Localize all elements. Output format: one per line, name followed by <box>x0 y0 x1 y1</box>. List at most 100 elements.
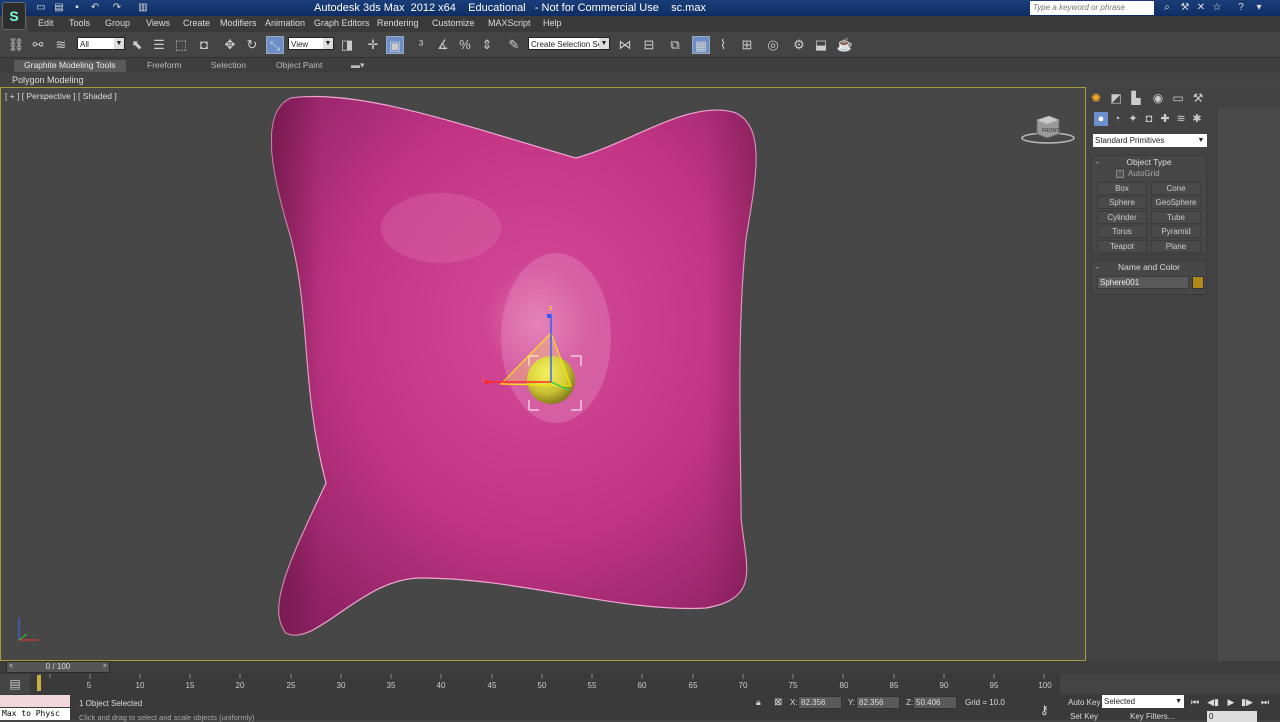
perspective-viewport[interactable]: [ + ] [ Perspective ] [ Shaded ] z x FRO… <box>0 87 1086 661</box>
helpers-icon[interactable]: ✚ <box>1158 112 1172 126</box>
time-slider-track[interactable] <box>0 661 1280 674</box>
select-scale-icon[interactable]: ⤡ <box>266 36 284 54</box>
select-object-icon[interactable]: ⬉ <box>128 36 146 54</box>
next-frame-icon[interactable]: > <box>103 662 107 672</box>
auto-key-button[interactable]: Auto Key <box>1068 698 1100 707</box>
tab-freeform[interactable]: Freeform <box>147 60 181 72</box>
tab-graphite-modeling-tools[interactable]: Graphite Modeling Tools <box>14 60 126 72</box>
window-crossing-icon[interactable]: ◘ <box>195 36 213 54</box>
select-by-name-icon[interactable]: ☰ <box>150 36 168 54</box>
search-input[interactable] <box>1030 1 1154 15</box>
shapes-icon[interactable]: ◔ <box>1110 112 1124 126</box>
search-icon[interactable]: ⌕ <box>1160 1 1174 15</box>
percent-snap-icon[interactable]: % <box>456 36 474 54</box>
tab-object-paint[interactable]: Object Paint <box>276 60 322 72</box>
expand-icon[interactable]: ▾ <box>1252 1 1266 15</box>
autogrid-checkbox[interactable]: AutoGrid <box>1116 169 1160 178</box>
ribbon-options-icon[interactable]: ▬▾ <box>351 60 365 72</box>
absolute-mode-icon[interactable]: ⊠ <box>774 697 782 708</box>
previous-frame-icon[interactable]: ◀▮ <box>1206 696 1220 709</box>
named-selection-dropdown[interactable]: Create Selection Se ▼ <box>528 37 610 50</box>
category-dropdown[interactable]: Standard Primitives ▼ <box>1093 134 1207 147</box>
schematic-view-icon[interactable]: ⊞ <box>738 36 756 54</box>
viewcube[interactable]: FRONT <box>1021 114 1075 146</box>
selection-lock-icon[interactable]: 🔒︎ <box>756 697 761 708</box>
object-name-field[interactable]: Sphere001 <box>1097 276 1189 289</box>
sphere-button[interactable]: Sphere <box>1097 196 1147 209</box>
next-frame-icon[interactable]: ▮▶ <box>1240 696 1254 709</box>
plane-button[interactable]: Plane <box>1151 240 1201 253</box>
command-panel-scroll-area[interactable] <box>1216 108 1280 661</box>
app-logo-icon[interactable]: S <box>2 2 26 30</box>
material-editor-icon[interactable]: ◎ <box>764 36 782 54</box>
motion-tab-icon[interactable]: ◉ <box>1150 90 1166 106</box>
torus-button[interactable]: Torus <box>1097 225 1147 238</box>
time-slider[interactable]: < 0 / 100 > <box>6 661 110 673</box>
render-production-icon[interactable]: ☕ <box>836 36 854 54</box>
display-tab-icon[interactable]: ▭ <box>1170 90 1186 106</box>
unlink-icon[interactable]: ⚯ <box>29 36 47 54</box>
go-to-start-icon[interactable]: ⏮ <box>1188 696 1202 709</box>
listener-output[interactable] <box>0 695 70 707</box>
z-coordinate-field[interactable]: 50.406 <box>913 696 957 709</box>
subscription-icon[interactable]: ⚒ <box>1178 1 1192 15</box>
select-manipulate-icon[interactable]: ✛ <box>364 36 382 54</box>
maxscript-listener[interactable]: Max to Physc <box>0 695 70 720</box>
menu-animation[interactable]: Animation <box>265 18 305 28</box>
teapot-button[interactable]: Teapot <box>1097 240 1147 253</box>
spinner-snap-icon[interactable]: ⇕ <box>478 36 496 54</box>
select-rotate-icon[interactable]: ↻ <box>243 36 261 54</box>
lights-icon[interactable]: ✦ <box>1126 112 1140 126</box>
menu-maxscript[interactable]: MAXScript <box>488 18 531 28</box>
polygon-modeling-panel[interactable]: Polygon Modeling <box>12 75 84 85</box>
cone-button[interactable]: Cone <box>1151 182 1201 195</box>
rectangular-selection-icon[interactable]: ⬚ <box>172 36 190 54</box>
select-move-icon[interactable]: ✥ <box>221 36 239 54</box>
menu-modifiers[interactable]: Modifiers <box>220 18 257 28</box>
menu-graph-editors[interactable]: Graph Editors <box>314 18 370 28</box>
cameras-icon[interactable]: ◘ <box>1142 112 1156 126</box>
menu-customize[interactable]: Customize <box>432 18 475 28</box>
go-to-end-icon[interactable]: ⏭ <box>1258 696 1272 709</box>
edit-named-selection-icon[interactable]: ✎ <box>505 36 523 54</box>
reference-coordinate-dropdown[interactable]: View ▼ <box>288 37 334 50</box>
cylinder-button[interactable]: Cylinder <box>1097 211 1147 224</box>
create-tab-icon[interactable]: ✺ <box>1088 90 1104 106</box>
rendered-frame-window-icon[interactable]: ⬓ <box>812 36 830 54</box>
menu-help[interactable]: Help <box>543 18 562 28</box>
object-color-swatch[interactable] <box>1192 276 1204 289</box>
menu-tools[interactable]: Tools <box>69 18 90 28</box>
layer-manager-icon[interactable]: ⧉ <box>666 36 684 54</box>
curve-editor-icon[interactable]: ⌇ <box>714 36 732 54</box>
geometry-icon[interactable]: ● <box>1094 112 1108 126</box>
utilities-tab-icon[interactable]: ⚒ <box>1190 90 1206 106</box>
space-warps-icon[interactable]: ≋ <box>1174 112 1188 126</box>
communication-icon[interactable]: ✕ <box>1194 1 1208 15</box>
selection-filter-dropdown[interactable]: All ▼ <box>77 37 125 50</box>
menu-rendering[interactable]: Rendering <box>377 18 419 28</box>
scene-canvas[interactable]: z x <box>1 88 1086 661</box>
set-key-icon[interactable]: ⚷ <box>1040 703 1049 717</box>
y-coordinate-field[interactable]: 82.356 <box>856 696 900 709</box>
listener-input[interactable]: Max to Physc <box>0 708 70 720</box>
pyramid-button[interactable]: Pyramid <box>1151 225 1201 238</box>
pillow-object[interactable] <box>271 95 757 636</box>
key-mode-dropdown[interactable]: Selected ▼ <box>1102 695 1184 708</box>
modify-tab-icon[interactable]: ◩ <box>1108 90 1124 106</box>
x-coordinate-field[interactable]: 82.356 <box>798 696 842 709</box>
mirror-icon[interactable]: ⋈ <box>616 36 634 54</box>
menu-edit[interactable]: Edit <box>38 18 54 28</box>
graphite-toggle-icon[interactable]: ▦ <box>692 36 710 54</box>
current-frame-marker[interactable] <box>37 675 41 691</box>
menu-views[interactable]: Views <box>146 18 170 28</box>
pivot-center-icon[interactable]: ◨ <box>338 36 356 54</box>
object-type-header[interactable]: - Object Type <box>1092 156 1206 168</box>
name-and-color-header[interactable]: - Name and Color <box>1092 261 1206 273</box>
tube-button[interactable]: Tube <box>1151 211 1201 224</box>
bind-space-warp-icon[interactable]: ≋ <box>52 36 70 54</box>
box-button[interactable]: Box <box>1097 182 1147 195</box>
render-setup-icon[interactable]: ⚙ <box>790 36 808 54</box>
mini-curve-editor-icon[interactable]: ▤ <box>0 674 30 694</box>
angle-snap-icon[interactable]: ∡ <box>434 36 452 54</box>
prev-frame-icon[interactable]: < <box>9 662 13 672</box>
